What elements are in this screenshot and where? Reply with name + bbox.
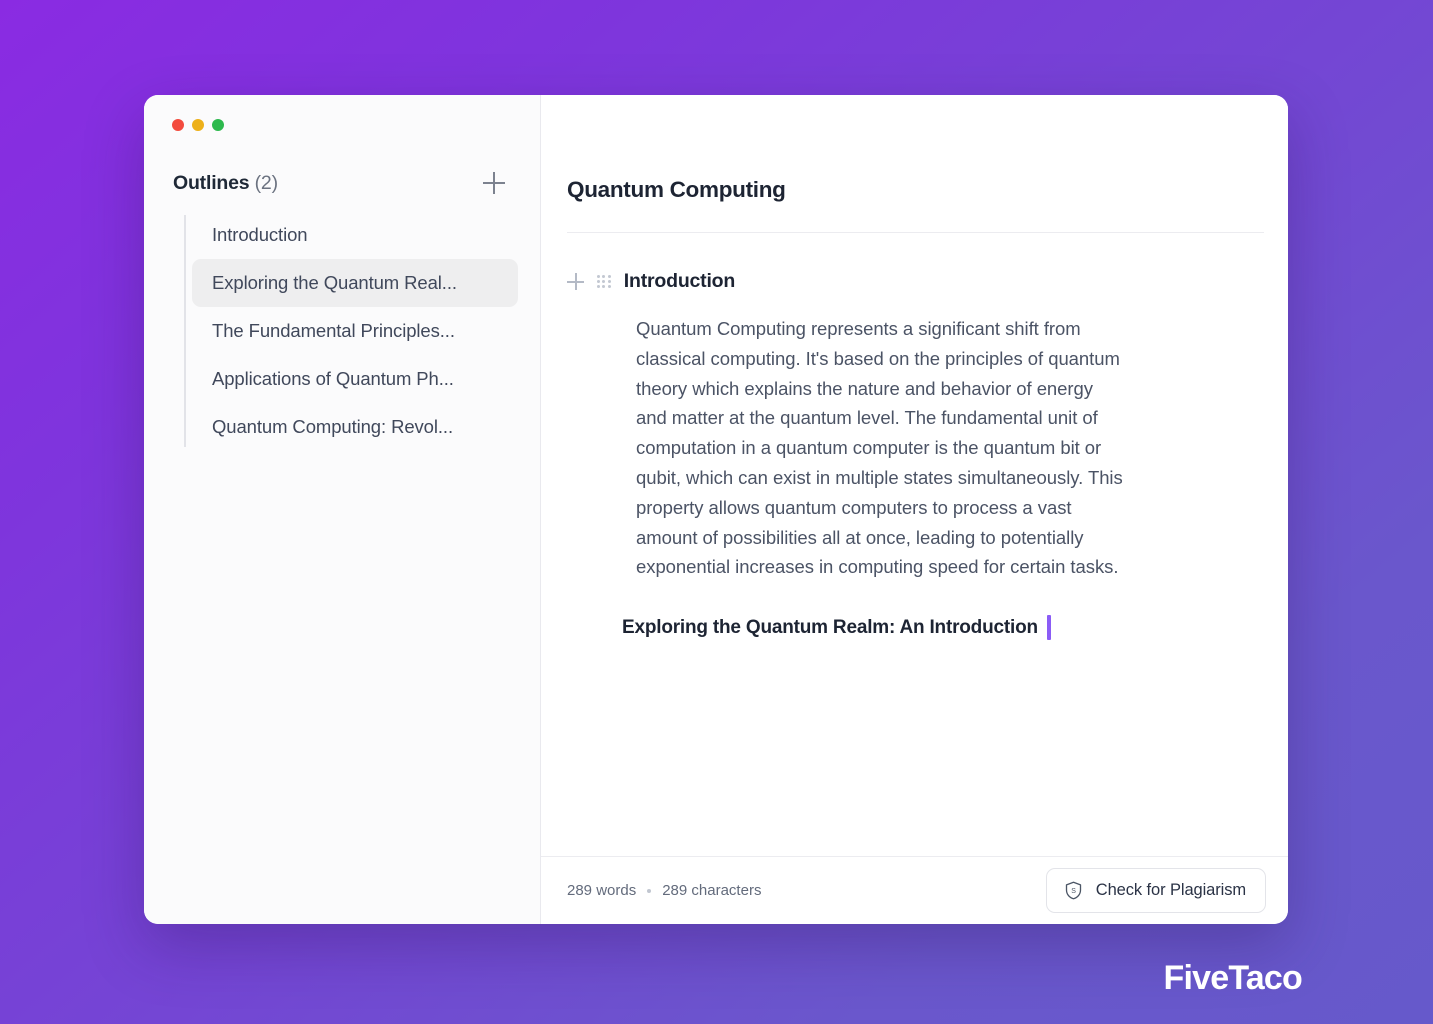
minimize-window-button[interactable] — [192, 119, 204, 131]
svg-text:S: S — [1071, 888, 1076, 895]
add-block-plus-icon[interactable] — [567, 273, 584, 290]
drag-handle-grip-icon[interactable] — [597, 274, 611, 289]
document-body[interactable]: Introduction Quantum Computing represent… — [541, 233, 1288, 856]
add-outline-plus-icon[interactable] — [482, 171, 506, 195]
close-window-button[interactable] — [172, 119, 184, 131]
check-for-plagiarism-label: Check for Plagiarism — [1095, 881, 1246, 899]
word-count-stats: 289 words 289 characters — [567, 882, 761, 899]
sidebar-outline-count: (2) — [254, 171, 278, 194]
sidebar-item-the-fundamental-principles[interactable]: The Fundamental Principles... — [192, 307, 518, 355]
section-subheading-row: Exploring the Quantum Realm: An Introduc… — [622, 615, 1264, 641]
shield-icon: S — [1065, 881, 1081, 900]
section-paragraph: Quantum Computing represents a significa… — [636, 318, 1123, 578]
fivetaco-brand-logo: FiveTaco — [1163, 959, 1303, 997]
sidebar-title-text: Outlines — [173, 171, 250, 194]
sidebar-item-quantum-computing-revolution[interactable]: Quantum Computing: Revol... — [192, 403, 518, 451]
sidebar-item-introduction[interactable]: Introduction — [192, 211, 518, 259]
check-for-plagiarism-button[interactable]: S Check for Plagiarism — [1045, 868, 1266, 913]
sidebar-item-applications-of-quantum-physics[interactable]: Applications of Quantum Ph... — [192, 355, 518, 403]
stat-separator-dot — [647, 888, 652, 893]
editor-panel: Quantum Computing Introduction Quantum C… — [541, 95, 1288, 924]
window-traffic-lights — [144, 95, 540, 131]
section-header-row: Introduction — [567, 270, 1264, 293]
outline-list: Introduction Exploring the Quantum Real.… — [144, 211, 540, 451]
section-subheading-text: Exploring the Quantum Realm: An Introduc… — [622, 616, 1038, 638]
outline-items: Introduction Exploring the Quantum Real.… — [184, 211, 540, 451]
editor-footer: 289 words 289 characters S Check for Pla… — [541, 856, 1288, 924]
app-window: Outlines (2) Introduction Exploring the … — [144, 95, 1288, 924]
sidebar-title: Outlines (2) — [173, 172, 278, 195]
sidebar-header: Outlines (2) — [144, 131, 540, 195]
word-count: 289 words — [567, 882, 637, 899]
sidebar: Outlines (2) Introduction Exploring the … — [144, 95, 541, 924]
character-count: 289 characters — [662, 882, 762, 899]
document-title: Quantum Computing — [567, 177, 786, 202]
text-cursor-caret — [1046, 615, 1051, 641]
sidebar-item-exploring-the-quantum-realm[interactable]: Exploring the Quantum Real... — [192, 259, 518, 307]
section-heading: Introduction — [623, 270, 736, 292]
maximize-window-button[interactable] — [212, 119, 224, 131]
